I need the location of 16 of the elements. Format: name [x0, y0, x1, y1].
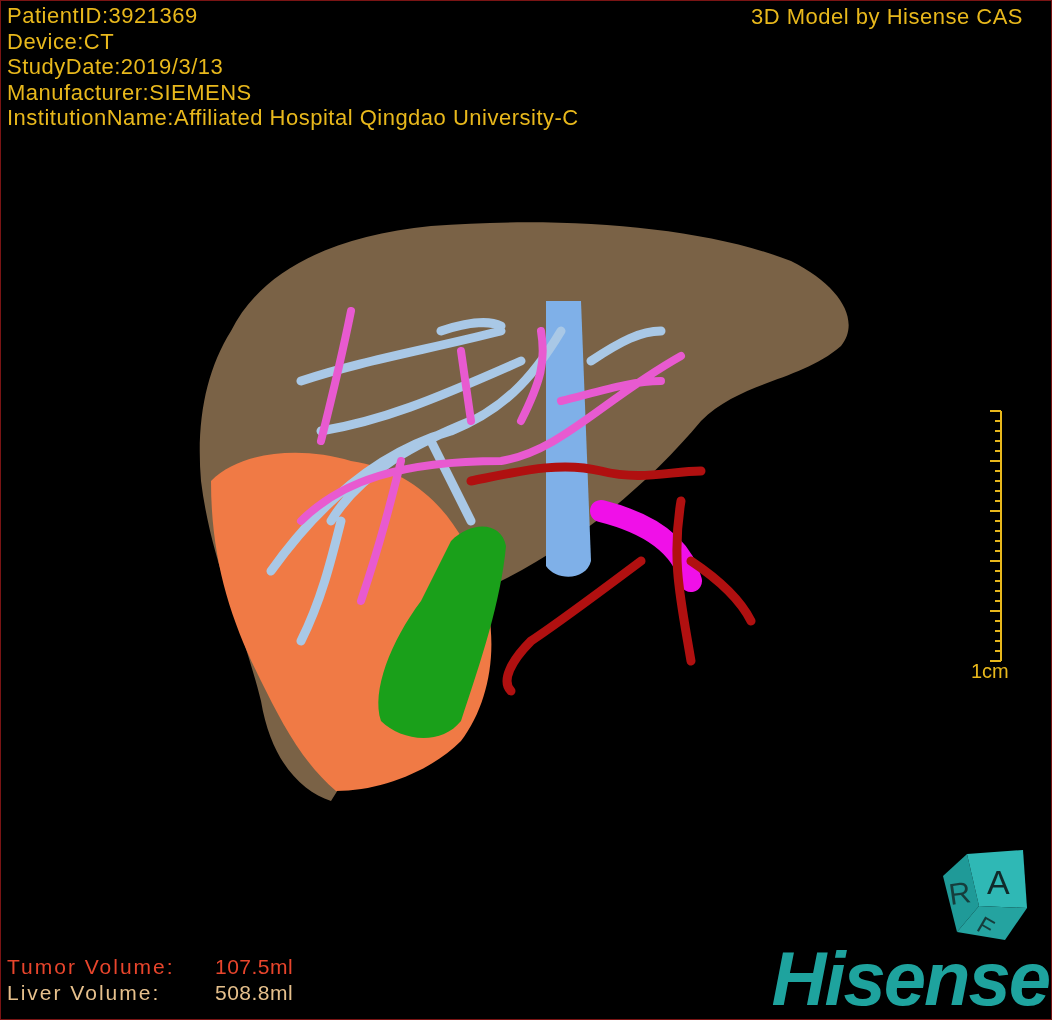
brand-logo: Hisense [771, 939, 1049, 1019]
model-title: 3D Model by Hisense CAS [751, 4, 1023, 29]
volume-value: 107.5ml [215, 954, 294, 980]
patient-info-text: Manufacturer:SIEMENS [7, 79, 253, 105]
orientation-cube[interactable] [943, 850, 1027, 940]
patient-info-text: StudyDate:2019/3/13 [7, 54, 225, 80]
volume-value: 508.8ml [215, 980, 294, 1006]
patient-info-text: InstitutionName:Affiliated Hospital Qingdao University-C [7, 105, 579, 131]
scale-label: 1cm [971, 659, 1009, 683]
cube-face-letter: F [972, 910, 1000, 942]
patient-info-text: Device:CT [7, 28, 116, 54]
cube-face-letter: A [987, 863, 1010, 901]
cube-face-letter: R [946, 875, 973, 911]
patient-info-text: PatientID:3921369 [7, 3, 199, 29]
volume-label: Liver Volume: [7, 980, 162, 1006]
volume-label: Tumor Volume: [7, 954, 176, 980]
